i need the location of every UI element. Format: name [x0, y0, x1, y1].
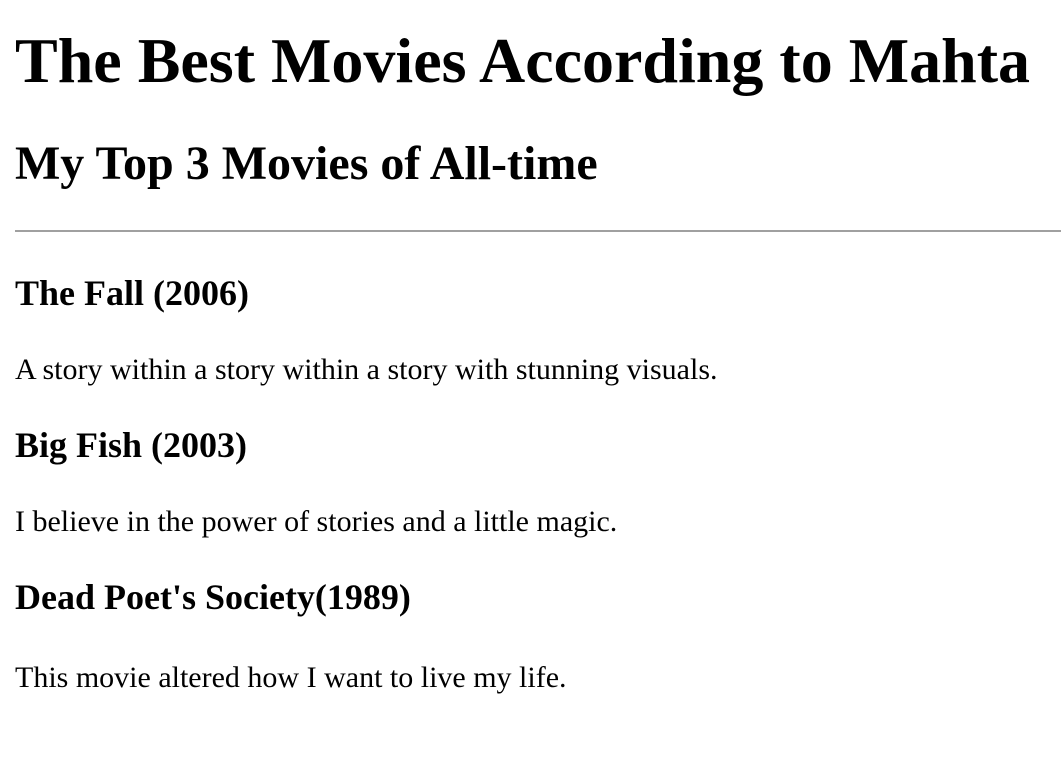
- page-subtitle: My Top 3 Movies of All-time: [15, 137, 598, 190]
- movie-item: Dead Poet's Society(1989) This movie alt…: [15, 576, 1061, 696]
- movie-description: I believe in the power of stories and a …: [15, 505, 618, 538]
- movie-title: Dead Poet's Society(1989): [15, 577, 411, 617]
- page-title: The Best Movies According to Mahta: [15, 25, 1030, 96]
- movie-description: This movie altered how I want to live my…: [15, 661, 567, 694]
- movie-description: A story within a story within a story wi…: [15, 353, 718, 386]
- divider: [15, 230, 1061, 232]
- movie-item: Big Fish (2003) I believe in the power o…: [15, 424, 1061, 540]
- movie-title: Big Fish (2003): [15, 425, 248, 465]
- movie-list: The Fall (2006) A story within a story w…: [15, 272, 1061, 696]
- movie-item: The Fall (2006) A story within a story w…: [15, 272, 1061, 388]
- movie-title: The Fall (2006): [15, 273, 249, 313]
